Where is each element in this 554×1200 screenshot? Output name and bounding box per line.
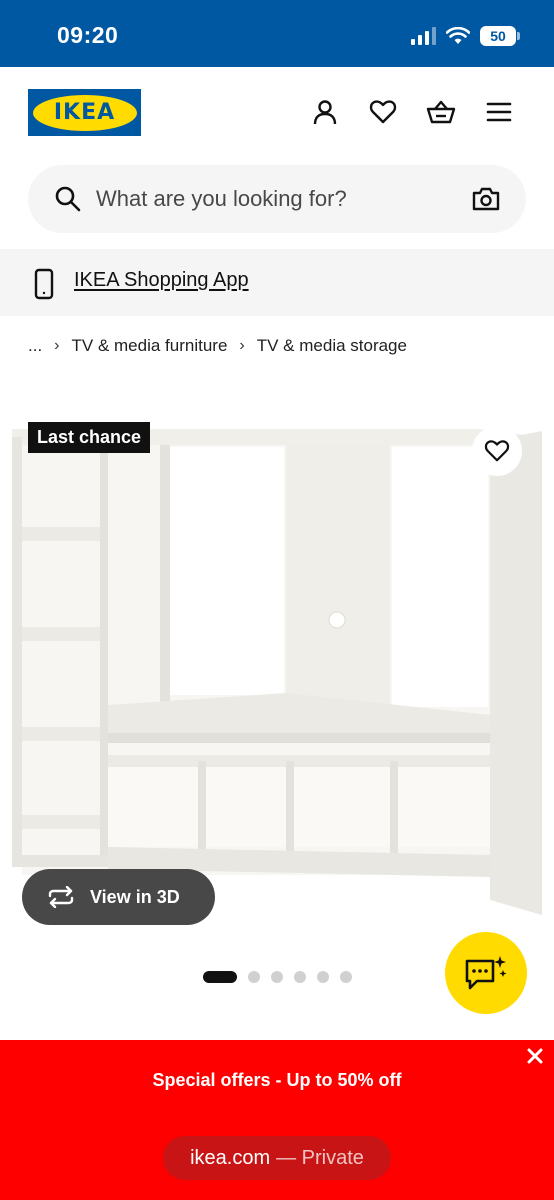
phone-icon [34, 268, 54, 300]
chat-assistant-button[interactable] [445, 932, 527, 1014]
status-bar: 09:20 50 [0, 0, 554, 67]
breadcrumb-ellipsis[interactable]: ... [28, 336, 42, 356]
ikea-logo[interactable]: IKEA [28, 89, 141, 136]
carousel-dot[interactable] [271, 971, 283, 983]
product-image[interactable] [0, 415, 554, 915]
header-actions [310, 97, 514, 127]
status-icons: 50 [411, 26, 520, 46]
chevron-right-icon: › [54, 337, 60, 354]
rotate-3d-icon [48, 886, 74, 908]
chat-sparkle-icon [465, 956, 507, 990]
carousel-dot[interactable] [340, 971, 352, 983]
carousel-dots [203, 971, 352, 983]
status-time: 09:20 [57, 22, 119, 48]
breadcrumb-item-tv-media-storage[interactable]: TV & media storage [257, 336, 407, 356]
search-bar [28, 165, 526, 233]
user-icon[interactable] [310, 97, 340, 127]
app-banner: IKEA Shopping App [0, 249, 554, 316]
breadcrumb-item-tv-media-furniture[interactable]: TV & media furniture [72, 336, 228, 356]
menu-icon[interactable] [484, 97, 514, 127]
heart-icon[interactable] [368, 97, 398, 127]
chevron-right-icon: › [239, 337, 245, 354]
heart-icon [484, 440, 510, 462]
battery-icon: 50 [480, 26, 520, 46]
camera-icon[interactable] [472, 186, 500, 212]
shopping-app-link[interactable]: IKEA Shopping App [74, 269, 249, 292]
breadcrumb: ... › TV & media furniture › TV & media … [28, 336, 407, 356]
logo-text: IKEA [53, 100, 116, 125]
carousel-dot[interactable] [248, 971, 260, 983]
last-chance-badge: Last chance [28, 422, 151, 453]
site-header: IKEA [0, 67, 554, 157]
carousel-dot-active[interactable] [203, 971, 237, 983]
carousel-dot[interactable] [294, 971, 306, 983]
offer-text: Special offers - Up to 50% off [152, 1070, 402, 1090]
carousel-dot[interactable] [317, 971, 329, 983]
view-in-3d-label: View in 3D [90, 886, 180, 907]
wifi-icon [446, 27, 470, 44]
url-domain: ikea.com [190, 1146, 271, 1169]
private-mode-label: — Private [276, 1146, 364, 1169]
search-input[interactable] [96, 165, 466, 233]
browser-address-bar[interactable]: ikea.com — Private [163, 1136, 391, 1180]
basket-icon[interactable] [426, 97, 456, 127]
cellular-signal-icon [411, 27, 436, 45]
favourite-button[interactable] [472, 426, 522, 476]
view-in-3d-button[interactable]: View in 3D [22, 869, 215, 925]
close-icon[interactable] [524, 1045, 546, 1067]
search-icon [55, 186, 81, 212]
